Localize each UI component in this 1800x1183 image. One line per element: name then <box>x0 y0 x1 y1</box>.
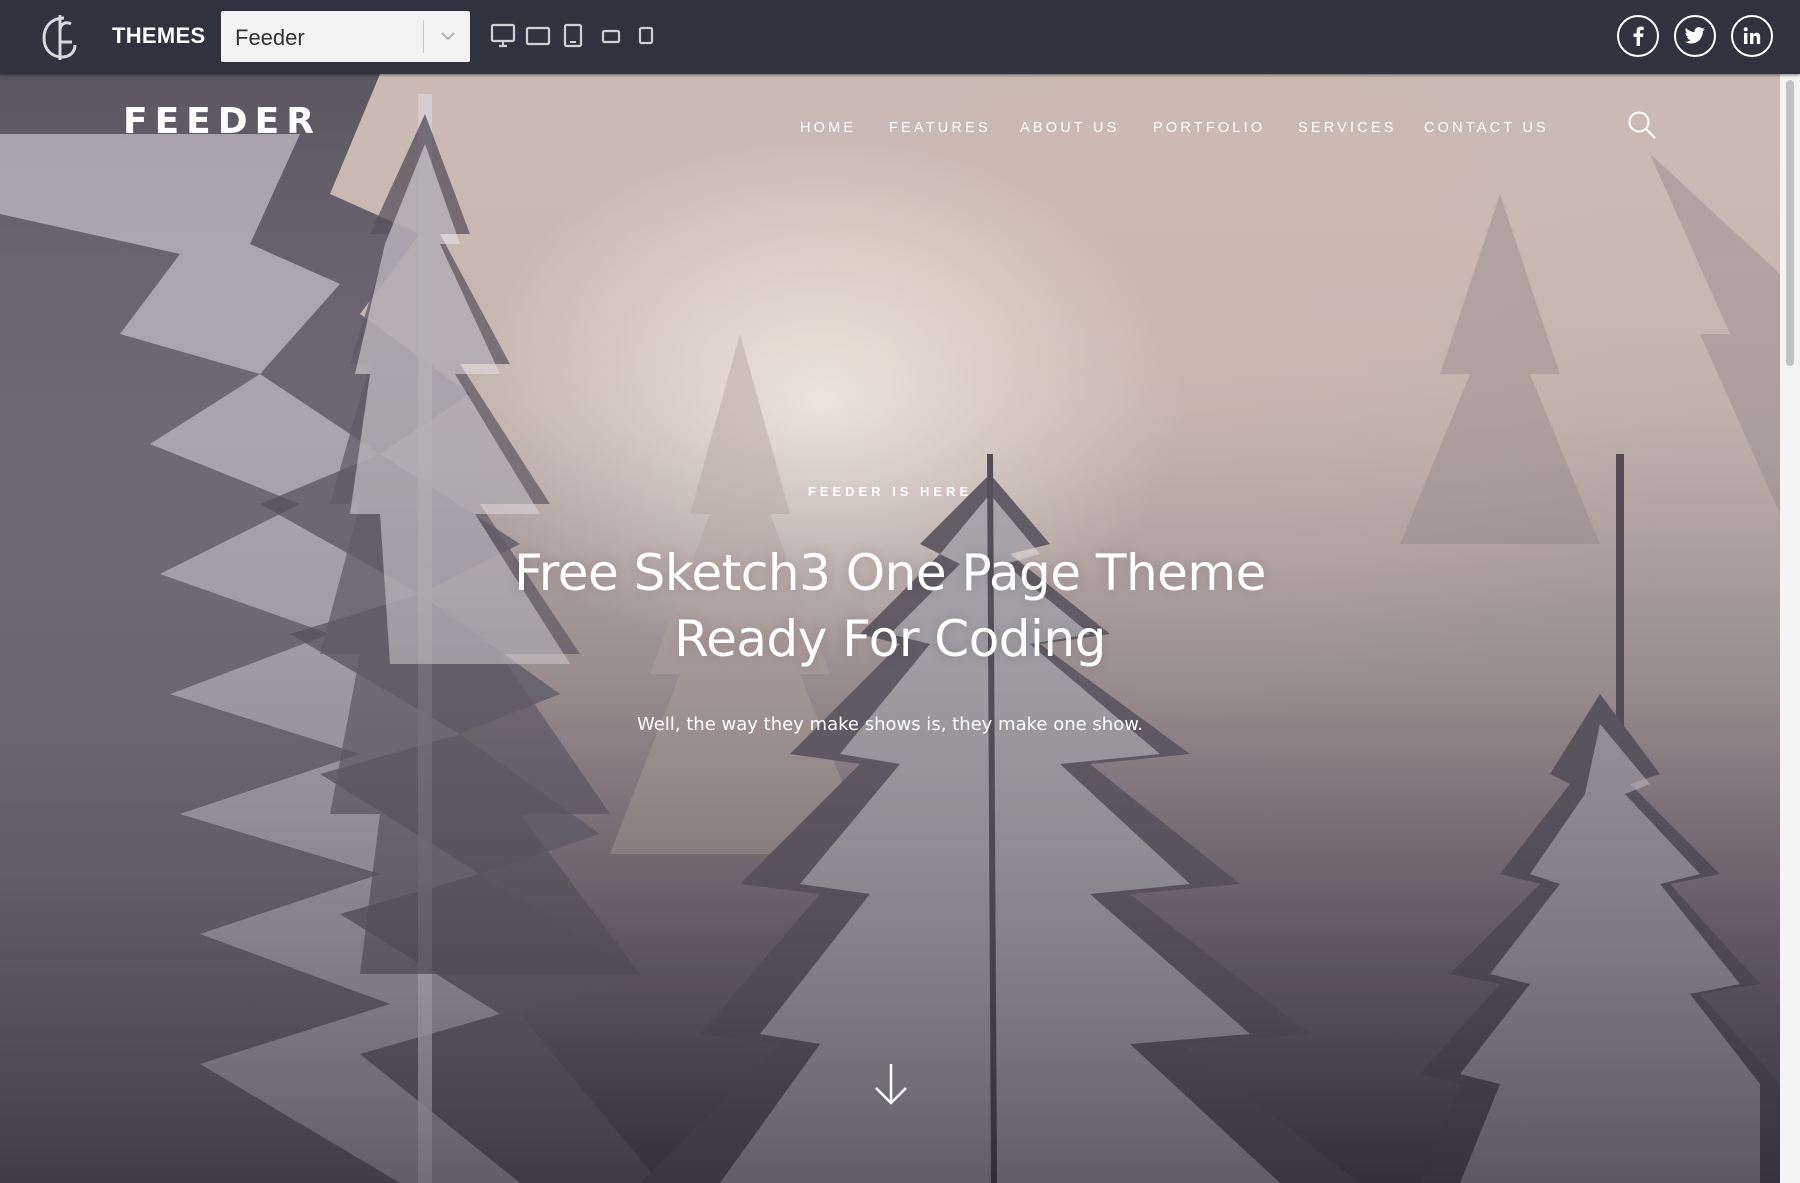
nav-about-us[interactable]: ABOUT US <box>1020 120 1119 136</box>
laptop-icon[interactable] <box>525 22 551 50</box>
hero-headline: Free Sketch3 One Page Theme Ready For Co… <box>0 540 1780 672</box>
scrollbar-thumb[interactable] <box>1786 80 1794 366</box>
theme-switcher-bar: THEMES Feeder <box>0 0 1800 74</box>
theme-select-value: Feeder <box>235 25 305 50</box>
hero-headline-line1: Free Sketch3 One Page Theme <box>514 544 1266 602</box>
facebook-button[interactable] <box>1617 15 1659 57</box>
tablet-landscape-icon[interactable] <box>601 22 621 50</box>
themes-label: THEMES <box>112 23 206 48</box>
search-icon[interactable] <box>1627 110 1657 140</box>
hero-subline: Well, the way they make shows is, they m… <box>636 714 1143 735</box>
phone-icon[interactable] <box>638 22 654 50</box>
hero-headline-line2: Ready For Coding <box>674 610 1106 668</box>
twitter-icon <box>1684 27 1705 44</box>
nav-portfolio[interactable]: PORTFOLIO <box>1153 120 1265 136</box>
nav-features[interactable]: FEATURES <box>889 120 991 136</box>
scroll-down-arrow-icon[interactable] <box>871 1061 911 1107</box>
nav-services[interactable]: SERVICES <box>1298 120 1397 136</box>
desktop-icon[interactable] <box>489 22 517 50</box>
nav-home[interactable]: HOME <box>800 120 856 136</box>
nav-contact-us[interactable]: CONTACT US <box>1424 120 1549 136</box>
brand-logo-icon[interactable] <box>38 12 82 62</box>
theme-select[interactable]: Feeder <box>221 11 470 62</box>
chevron-down-icon <box>441 32 455 41</box>
linkedin-button[interactable] <box>1731 15 1773 57</box>
twitter-button[interactable] <box>1674 15 1716 57</box>
linkedin-icon <box>1743 27 1761 44</box>
select-divider <box>423 20 424 53</box>
hero-section: FEEDER HOME FEATURES ABOUT US PORTFOLIO … <box>0 74 1780 1183</box>
tablet-icon[interactable] <box>563 22 583 50</box>
site-logo[interactable]: FEEDER <box>123 101 321 142</box>
hero-kicker: FEEDER IS HERE <box>807 484 973 499</box>
facebook-icon <box>1633 26 1644 46</box>
